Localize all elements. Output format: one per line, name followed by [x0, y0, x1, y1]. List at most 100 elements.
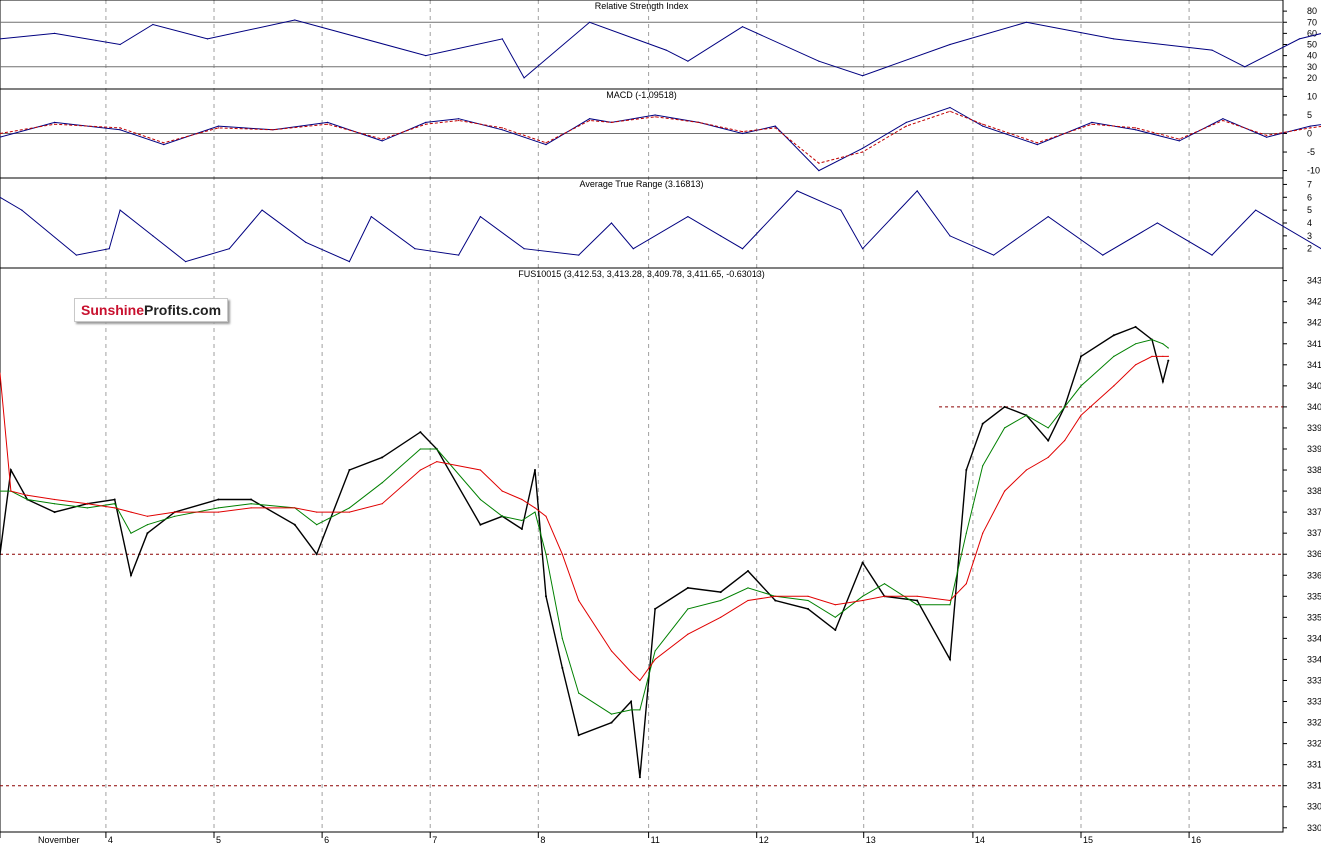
data-point-3-2-9	[218, 511, 219, 512]
data-point-3-0-32	[807, 608, 809, 610]
data-point-3-0-0	[0, 553, 1, 555]
data-point-0-0-11	[687, 61, 688, 62]
data-point-1-1-25	[1135, 127, 1136, 128]
data-point-1-0-23	[1037, 144, 1038, 145]
data-point-2-0-6	[185, 261, 186, 262]
data-point-1-1-1	[54, 124, 55, 125]
data-point-3-1-40	[1004, 427, 1005, 428]
y-tick-label-2-5: 2	[1307, 244, 1312, 254]
panel-frame-3	[0, 268, 1283, 832]
y-tick-label-3-15: 3355	[1307, 591, 1321, 601]
chart-canvas: Relative Strength Index80706050403020MAC…	[0, 0, 1321, 844]
data-point-1-1-26	[1179, 139, 1180, 140]
data-point-1-0-9	[458, 118, 459, 119]
data-point-3-1-44	[1080, 385, 1081, 386]
data-point-3-2-24	[611, 650, 612, 651]
data-point-3-2-28	[687, 634, 688, 635]
data-point-3-2-25	[631, 672, 632, 673]
data-point-1-1-17	[775, 127, 776, 128]
data-point-3-0-3	[54, 511, 56, 513]
data-point-1-1-2	[120, 127, 121, 128]
data-point-1-0-25	[1135, 129, 1136, 130]
data-point-1-0-22	[982, 126, 983, 127]
data-point-1-1-4	[218, 127, 219, 128]
y-tick-label-3-26: 3300	[1307, 823, 1321, 833]
data-point-3-0-1	[10, 469, 12, 471]
data-point-1-0-21	[949, 107, 950, 108]
chart-title-2: Average True Range (3.16813)	[580, 179, 704, 189]
data-point-3-2-4	[87, 503, 88, 504]
data-point-3-1-32	[807, 600, 808, 601]
data-point-1-0-12	[589, 118, 590, 119]
data-point-1-1-19	[862, 151, 863, 152]
data-point-0-0-14	[862, 75, 863, 76]
data-point-3-0-17	[479, 524, 481, 526]
data-point-3-1-36	[917, 604, 918, 605]
data-point-1-1-6	[327, 124, 328, 125]
data-point-3-2-17	[480, 469, 481, 470]
data-point-3-1-33	[835, 617, 836, 618]
data-point-1-0-16	[742, 133, 743, 134]
data-point-3-1-16	[436, 448, 437, 449]
data-point-3-1-26	[639, 709, 640, 710]
data-point-3-0-28	[687, 587, 689, 589]
data-point-2-0-9	[305, 242, 306, 243]
data-point-3-0-38	[965, 469, 967, 471]
data-point-2-0-27	[993, 255, 994, 256]
data-point-1-0-24	[1091, 122, 1092, 123]
x-tick-label-10: 15	[1083, 835, 1093, 844]
data-point-3-0-48	[1162, 381, 1164, 383]
y-tick-label-2-4: 3	[1307, 231, 1312, 241]
data-point-3-0-20	[534, 469, 536, 471]
data-point-1-0-11	[545, 144, 546, 145]
data-point-3-2-12	[316, 511, 317, 512]
data-point-3-1-18	[502, 516, 503, 517]
data-point-2-0-30	[1157, 222, 1158, 223]
data-point-1-1-8	[425, 124, 426, 125]
data-point-1-0-27	[1222, 118, 1223, 119]
data-point-3-0-21	[545, 595, 547, 597]
data-point-2-0-15	[524, 248, 525, 249]
data-point-3-1-23	[578, 693, 579, 694]
data-point-1-0-10	[502, 129, 503, 130]
data-point-3-0-12	[316, 553, 318, 555]
data-point-2-0-13	[458, 255, 459, 256]
data-point-1-0-4	[218, 126, 219, 127]
data-point-3-2-33	[835, 604, 836, 605]
data-point-1-1-22	[982, 124, 983, 125]
data-point-1-0-17	[775, 126, 776, 127]
data-point-1-0-18	[818, 170, 819, 171]
data-point-3-0-44	[1080, 355, 1082, 357]
data-point-3-2-27	[655, 659, 656, 660]
series-line-0-0	[0, 9, 1321, 78]
y-tick-label-3-2: 3420	[1307, 318, 1321, 328]
data-point-3-1-42	[1048, 427, 1049, 428]
data-point-3-2-18	[502, 491, 503, 492]
data-point-2-0-28	[1048, 216, 1049, 217]
data-point-3-0-30	[747, 570, 749, 572]
data-point-1-1-5	[272, 129, 273, 130]
data-point-1-1-11	[545, 142, 546, 143]
data-point-2-0-20	[720, 235, 721, 236]
data-point-2-0-29	[1102, 255, 1103, 256]
data-point-3-1-3	[54, 503, 55, 504]
data-point-3-1-28	[687, 608, 688, 609]
data-point-2-0-3	[109, 248, 110, 249]
data-point-3-1-6	[130, 533, 131, 534]
y-tick-label-3-23: 3315	[1307, 760, 1321, 770]
data-point-3-0-10	[250, 499, 252, 501]
chart-title-1: MACD (-1.09518)	[606, 90, 677, 100]
data-point-1-1-14	[655, 116, 656, 117]
y-tick-label-3-4: 3410	[1307, 360, 1321, 370]
data-point-3-2-32	[807, 596, 808, 597]
data-point-2-0-31	[1211, 255, 1212, 256]
data-point-3-0-34	[862, 562, 864, 564]
y-tick-label-3-10: 3380	[1307, 486, 1321, 496]
data-point-3-2-3	[54, 499, 55, 500]
data-point-2-0-1	[21, 210, 22, 211]
data-point-3-0-26	[639, 776, 641, 778]
logo-part-1: Sunshine	[81, 302, 144, 318]
data-point-3-0-11	[294, 524, 296, 526]
y-tick-label-3-11: 3375	[1307, 507, 1321, 517]
data-point-3-1-34	[862, 596, 863, 597]
